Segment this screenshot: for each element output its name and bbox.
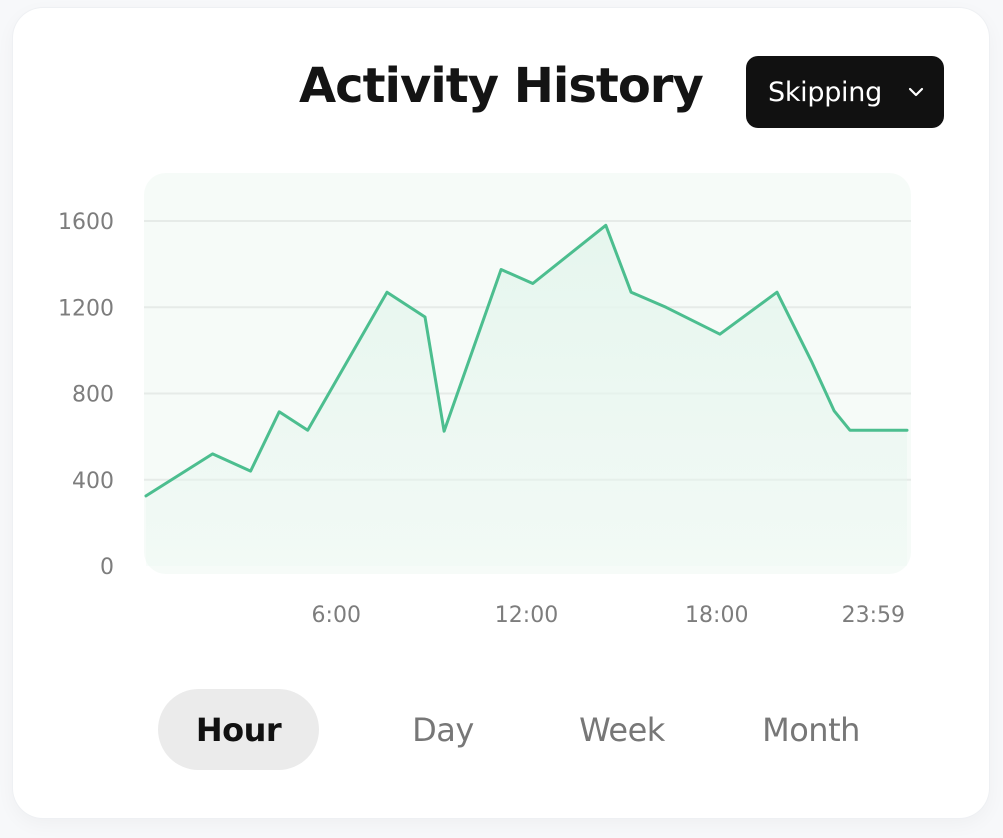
y-tick-label: 1200 [58,296,114,321]
y-tick-label: 400 [72,469,114,494]
tab-month[interactable]: Month [730,689,892,770]
x-tick-label: 12:00 [495,603,558,628]
y-tick-label: 0 [100,555,114,580]
tab-day-label: Day [412,710,474,749]
tab-day[interactable]: Day [380,689,506,770]
time-range-tabs: Hour Day Week Month [158,689,878,770]
activity-history-card: Activity History Skipping 0 400 800 1200 160… [13,8,989,818]
tab-week-label: Week [579,710,665,749]
tab-hour-label: Hour [195,710,282,749]
x-tick-label: 23:59 [842,603,905,628]
tab-week[interactable]: Week [546,689,698,770]
x-tick-label: 6:00 [312,603,361,628]
activity-chart: 0 400 800 1200 1600 6:00 12:00 18:00 23:59 [13,8,989,658]
tab-hour[interactable]: Hour [158,689,319,770]
y-tick-label: 800 [72,383,114,408]
x-tick-label: 18:00 [685,603,748,628]
activity-chart-svg: 0 400 800 1200 1600 6:00 12:00 18:00 23:59 [58,173,911,628]
y-tick-label: 1600 [58,210,114,235]
tab-month-label: Month [762,710,860,749]
